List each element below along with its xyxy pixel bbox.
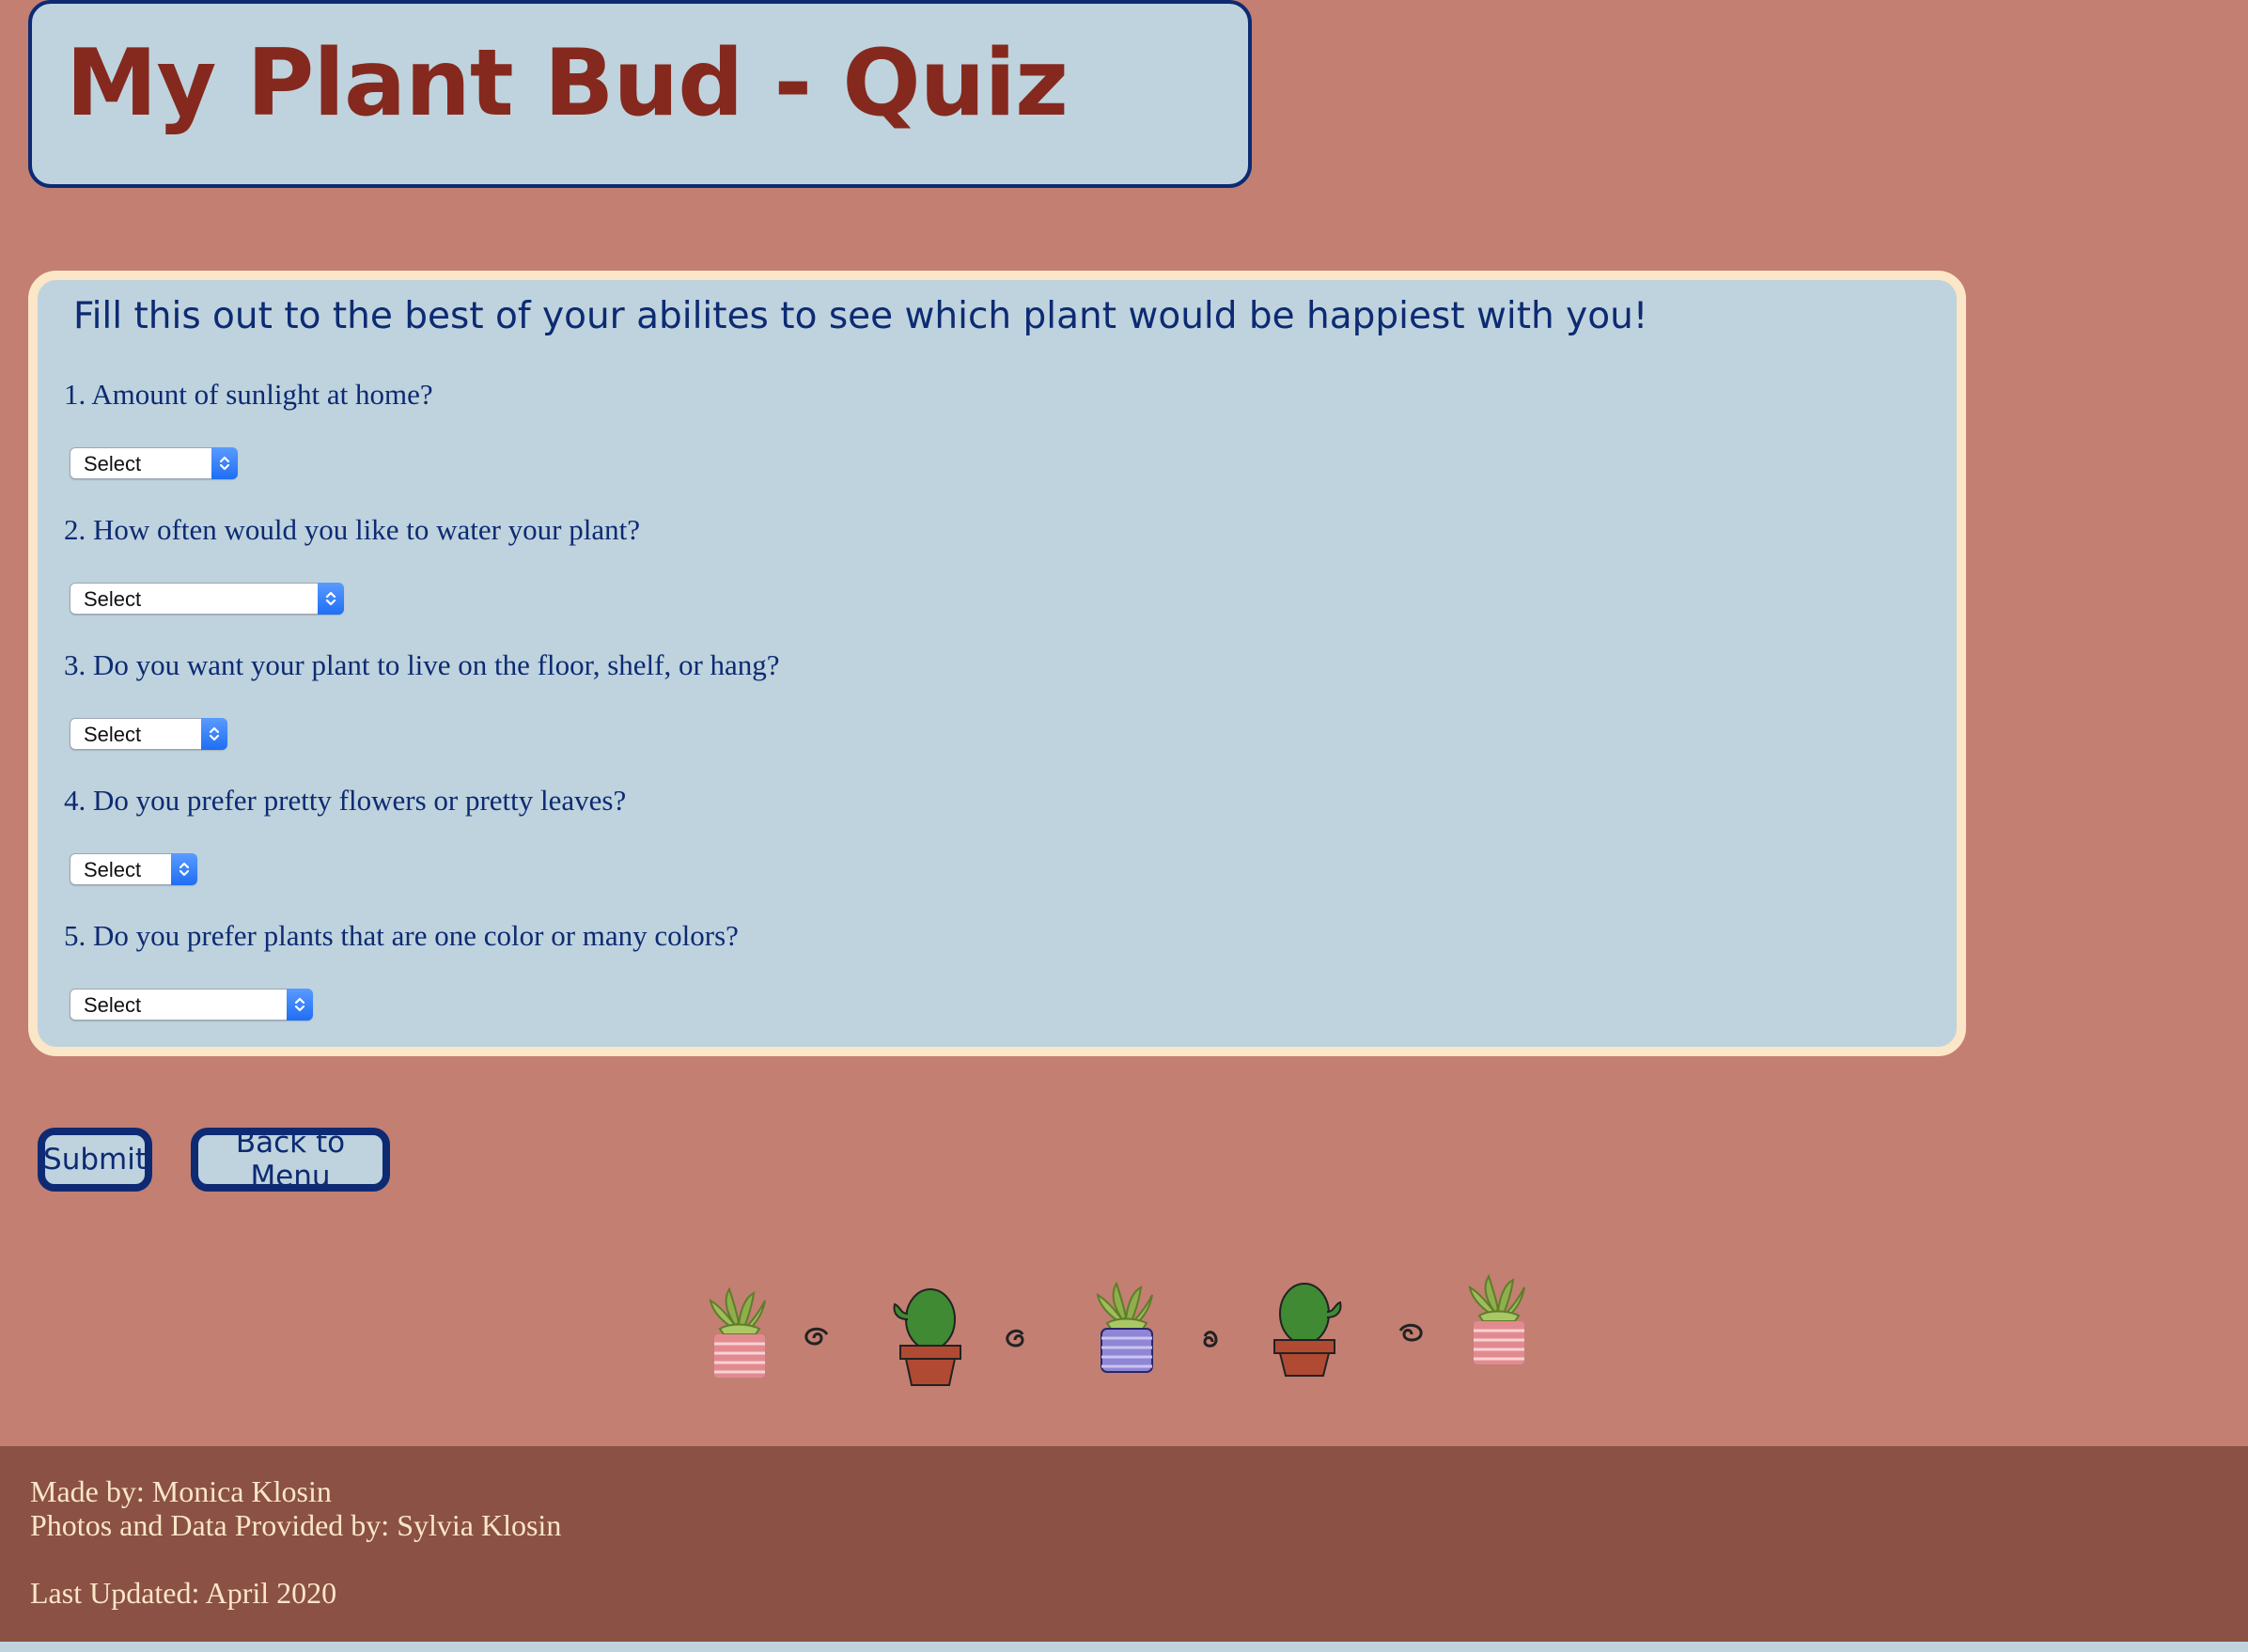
swirl-icon xyxy=(1398,1323,1423,1342)
select-value: Select xyxy=(84,723,142,746)
question-2-select[interactable]: Select xyxy=(70,583,344,615)
back-to-menu-button[interactable]: Back to Menu xyxy=(191,1126,390,1193)
swirl-icon xyxy=(1203,1331,1218,1348)
cactus-icon xyxy=(893,1288,961,1386)
swirl-icon xyxy=(1006,1329,1024,1348)
question-3-label: 3. Do you want your plant to live on the… xyxy=(64,648,780,681)
page-title: My Plant Bud - Quiz xyxy=(66,30,1069,137)
plant-decoration-row xyxy=(695,1269,1541,1391)
succulent-icon xyxy=(709,1286,766,1378)
bottom-strip xyxy=(0,1642,2248,1652)
question-3-select[interactable]: Select xyxy=(70,718,227,750)
question-5-label: 5. Do you prefer plants that are one col… xyxy=(64,919,739,952)
swirl-icon xyxy=(804,1327,829,1346)
quiz-intro: Fill this out to the best of your abilit… xyxy=(73,295,1648,337)
succulent-icon xyxy=(1468,1273,1525,1364)
select-value: Select xyxy=(84,452,142,475)
select-value: Select xyxy=(84,993,142,1017)
question-4-label: 4. Do you prefer pretty flowers or prett… xyxy=(64,784,627,817)
question-2-label: 2. How often would you like to water you… xyxy=(64,513,640,546)
select-value: Select xyxy=(84,858,142,881)
question-1-select[interactable]: Select xyxy=(70,447,238,479)
chevron-updown-icon xyxy=(211,447,238,479)
select-value: Select xyxy=(84,587,142,611)
cactus-icon xyxy=(1273,1283,1342,1377)
question-4-select[interactable]: Select xyxy=(70,853,197,885)
succulent-icon xyxy=(1096,1281,1153,1373)
chevron-updown-icon xyxy=(171,853,197,885)
chevron-updown-icon xyxy=(287,989,313,1021)
footer-credits: Photos and Data Provided by: Sylvia Klos… xyxy=(30,1508,562,1542)
chevron-updown-icon xyxy=(201,718,227,750)
header-banner: My Plant Bud - Quiz xyxy=(28,0,1252,188)
footer-made-by: Made by: Monica Klosin xyxy=(30,1474,332,1508)
quiz-panel: Fill this out to the best of your abilit… xyxy=(28,271,1966,1056)
submit-button[interactable]: Submit xyxy=(38,1128,152,1192)
footer-last-updated: Last Updated: April 2020 xyxy=(30,1576,337,1610)
chevron-updown-icon xyxy=(318,583,344,615)
question-5-select[interactable]: Select xyxy=(70,989,313,1021)
footer: Made by: Monica Klosin Photos and Data P… xyxy=(0,1446,2248,1642)
question-1-label: 1. Amount of sunlight at home? xyxy=(64,378,433,411)
